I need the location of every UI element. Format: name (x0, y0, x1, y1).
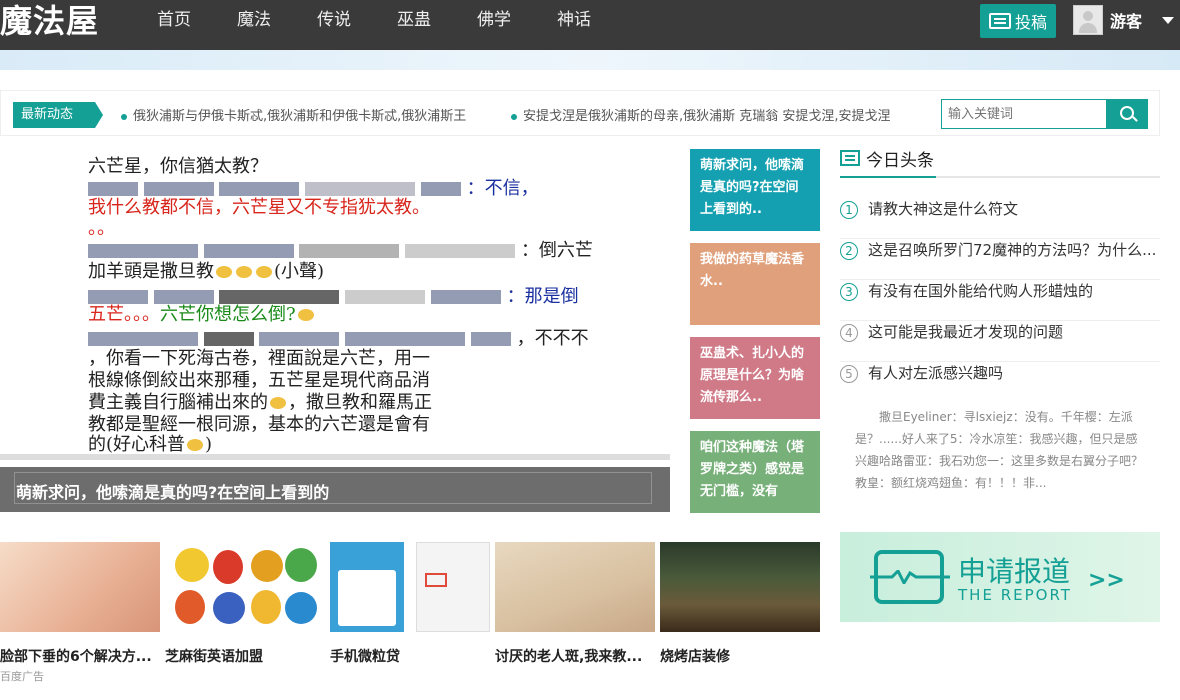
headline-item[interactable]: 2 这是召唤所罗门72魔神的方法吗？为什么... (840, 239, 1160, 280)
tile-post-4[interactable]: 咱们这种魔法（塔罗牌之类）感觉是无门槛，没有 (690, 431, 820, 513)
headline-item[interactable]: 5 有人对左派感兴趣吗 (840, 362, 1160, 403)
ad-image[interactable] (495, 542, 655, 632)
main-nav: 首页 魔法 传说 巫蛊 佛学 神话 (134, 0, 614, 42)
search-button[interactable] (1106, 99, 1148, 129)
report-title: 申请报道 (958, 555, 1071, 588)
ad-image[interactable] (330, 542, 404, 632)
ad-image[interactable] (416, 542, 490, 632)
nav-item-home[interactable]: 首页 (134, 0, 214, 42)
tile-post-1[interactable]: 萌新求问，他嗦滴是真的吗?在空间上看到的.. (690, 149, 820, 231)
headline-text: 有人对左派感兴趣吗 (868, 364, 1004, 382)
image-text-fragment: 五芒。。。 (88, 304, 160, 325)
nav-item-legend[interactable]: 传说 (294, 0, 374, 42)
headlines-title: 今日头条 (866, 151, 934, 171)
tile-post-3[interactable]: 巫蛊术、扎小人的原理是什么？为啥流传那么.. (690, 337, 820, 419)
top-nav-bar: 魔法屋 首页 魔法 传说 巫蛊 佛学 神话 投稿 游客 (0, 0, 1180, 50)
divider (0, 454, 670, 460)
image-text-fragment: 六芒你想怎么倒? (160, 304, 296, 325)
rank-badge: 3 (840, 282, 858, 301)
ad-source-label: 百度广告 (0, 670, 44, 683)
tile-post-2[interactable]: 我做的药草魔法香水.. (690, 243, 820, 325)
headlines-underline (840, 176, 1160, 178)
username[interactable]: 游客 (1110, 8, 1142, 32)
ticker-item-text: 俄狄浦斯与伊俄卡斯忒,俄狄浦斯和伊俄卡斯忒,俄狄浦斯王 (133, 109, 467, 124)
tile-text: 萌新求问，他嗦滴是真的吗?在空间上看到的.. (700, 158, 805, 217)
image-text-fragment: ：倒六芒 (520, 240, 593, 261)
ticker-item[interactable]: 安提戈涅是俄狄浦斯的母亲,俄狄浦斯 克瑞翁 安提戈涅,安提戈涅 (511, 105, 891, 124)
image-text: 加羊頭是撒旦教 (小聲) (88, 257, 324, 283)
ad-image[interactable] (165, 542, 325, 632)
nav-item-witchcraft[interactable]: 巫蛊 (374, 0, 454, 42)
nav-item-buddhism[interactable]: 佛学 (454, 0, 534, 42)
headline-text: 有没有在国外能给代购人形蜡烛的 (868, 282, 1094, 300)
pulse-icon (870, 570, 950, 584)
tile-text: 巫蛊术、扎小人的原理是什么？为啥流传那么.. (700, 346, 805, 405)
site-logo[interactable]: 魔法屋 (0, 0, 99, 42)
tile-text: 我做的药草魔法香水.. (700, 252, 805, 289)
image-text-fragment: ) (205, 434, 213, 455)
headline-item[interactable]: 4 这可能是我最近才发现的问题 (840, 321, 1160, 362)
report-subtitle: THE REPORT (958, 586, 1072, 604)
submit-article-button[interactable]: 投稿 (980, 4, 1056, 38)
ticker-item-text: 安提戈涅是俄狄浦斯的母亲,俄狄浦斯 克瑞翁 安提戈涅,安提戈涅 (523, 109, 891, 124)
headline-text: 这可能是我最近才发现的问题 (868, 323, 1064, 341)
rank-badge: 1 (840, 200, 858, 219)
ad-caption[interactable]: 烧烤店装修 (660, 646, 730, 666)
search-input[interactable] (941, 99, 1107, 129)
chevron-down-icon[interactable] (1162, 17, 1174, 24)
image-text-fragment: 加羊頭是撒旦教 (88, 261, 214, 282)
ad-image[interactable] (660, 542, 820, 632)
headline-item[interactable]: 3 有没有在国外能给代购人形蜡烛的 (840, 280, 1160, 321)
image-text: 的(好心科普) (88, 430, 212, 456)
ad-caption[interactable]: 芝麻街英语加盟 (165, 646, 263, 666)
image-text-fragment: ：不信， (466, 178, 539, 199)
ad-image[interactable] (0, 542, 160, 632)
news-ticker: 最新动态 俄狄浦斯与伊俄卡斯忒,俄狄浦斯和伊俄卡斯忒,俄狄浦斯王 安提戈涅是俄狄… (0, 90, 1160, 136)
rank-badge: 5 (840, 364, 858, 383)
image-text: 我什么教都不信，六芒星又不专指犹太教。 (88, 197, 430, 218)
image-text-fragment: ，不不不 (516, 328, 589, 349)
rank-badge: 4 (840, 323, 858, 342)
ticker-item[interactable]: 俄狄浦斯与伊俄卡斯忒,俄狄浦斯和伊俄卡斯忒,俄狄浦斯王 (121, 105, 466, 124)
avatar[interactable] (1073, 5, 1103, 35)
double-arrow-icon: >> (1088, 568, 1125, 593)
ad-caption[interactable]: 手机微粒贷 (330, 646, 400, 666)
image-text: 五芒。。。六芒你想怎么倒? (88, 300, 316, 326)
bullet-icon (121, 113, 127, 120)
rank-badge: 2 (840, 241, 858, 260)
bullet-icon (511, 113, 517, 120)
ticker-tag: 最新动态 (13, 102, 103, 128)
newspaper-icon (840, 150, 860, 166)
document-icon (988, 13, 1011, 29)
image-text-fragment: ：那是倒 (506, 286, 579, 307)
headline-item[interactable]: 1 请教大神这是什么符文 (840, 198, 1160, 239)
image-text-fragment: (小聲) (274, 261, 325, 282)
caption-frame (14, 472, 652, 504)
image-text-fragment: 的(好心科普 (88, 434, 186, 455)
headline-text: 这是召唤所罗门72魔神的方法吗？为什么... (868, 241, 1157, 259)
nav-item-magic[interactable]: 魔法 (214, 0, 294, 42)
submit-label: 投稿 (1014, 13, 1047, 32)
nav-item-mythology[interactable]: 神话 (534, 0, 614, 42)
ad-caption[interactable]: 讨厌的老人斑,我来教... (495, 646, 642, 666)
tile-text: 咱们这种魔法（塔罗牌之类）感觉是无门槛，没有 (700, 440, 805, 499)
ad-caption[interactable]: 脸部下垂的6个解决方... (0, 646, 152, 666)
report-banner[interactable]: 申请报道 THE REPORT >> (840, 532, 1160, 622)
headline-excerpt[interactable]: 撒旦Eyeliner：寻lsxiejz：没有。千年樱：左派是？......好人来… (855, 406, 1145, 494)
header-band (0, 50, 1180, 70)
headline-text: 请教大神这是什么符文 (868, 200, 1019, 218)
